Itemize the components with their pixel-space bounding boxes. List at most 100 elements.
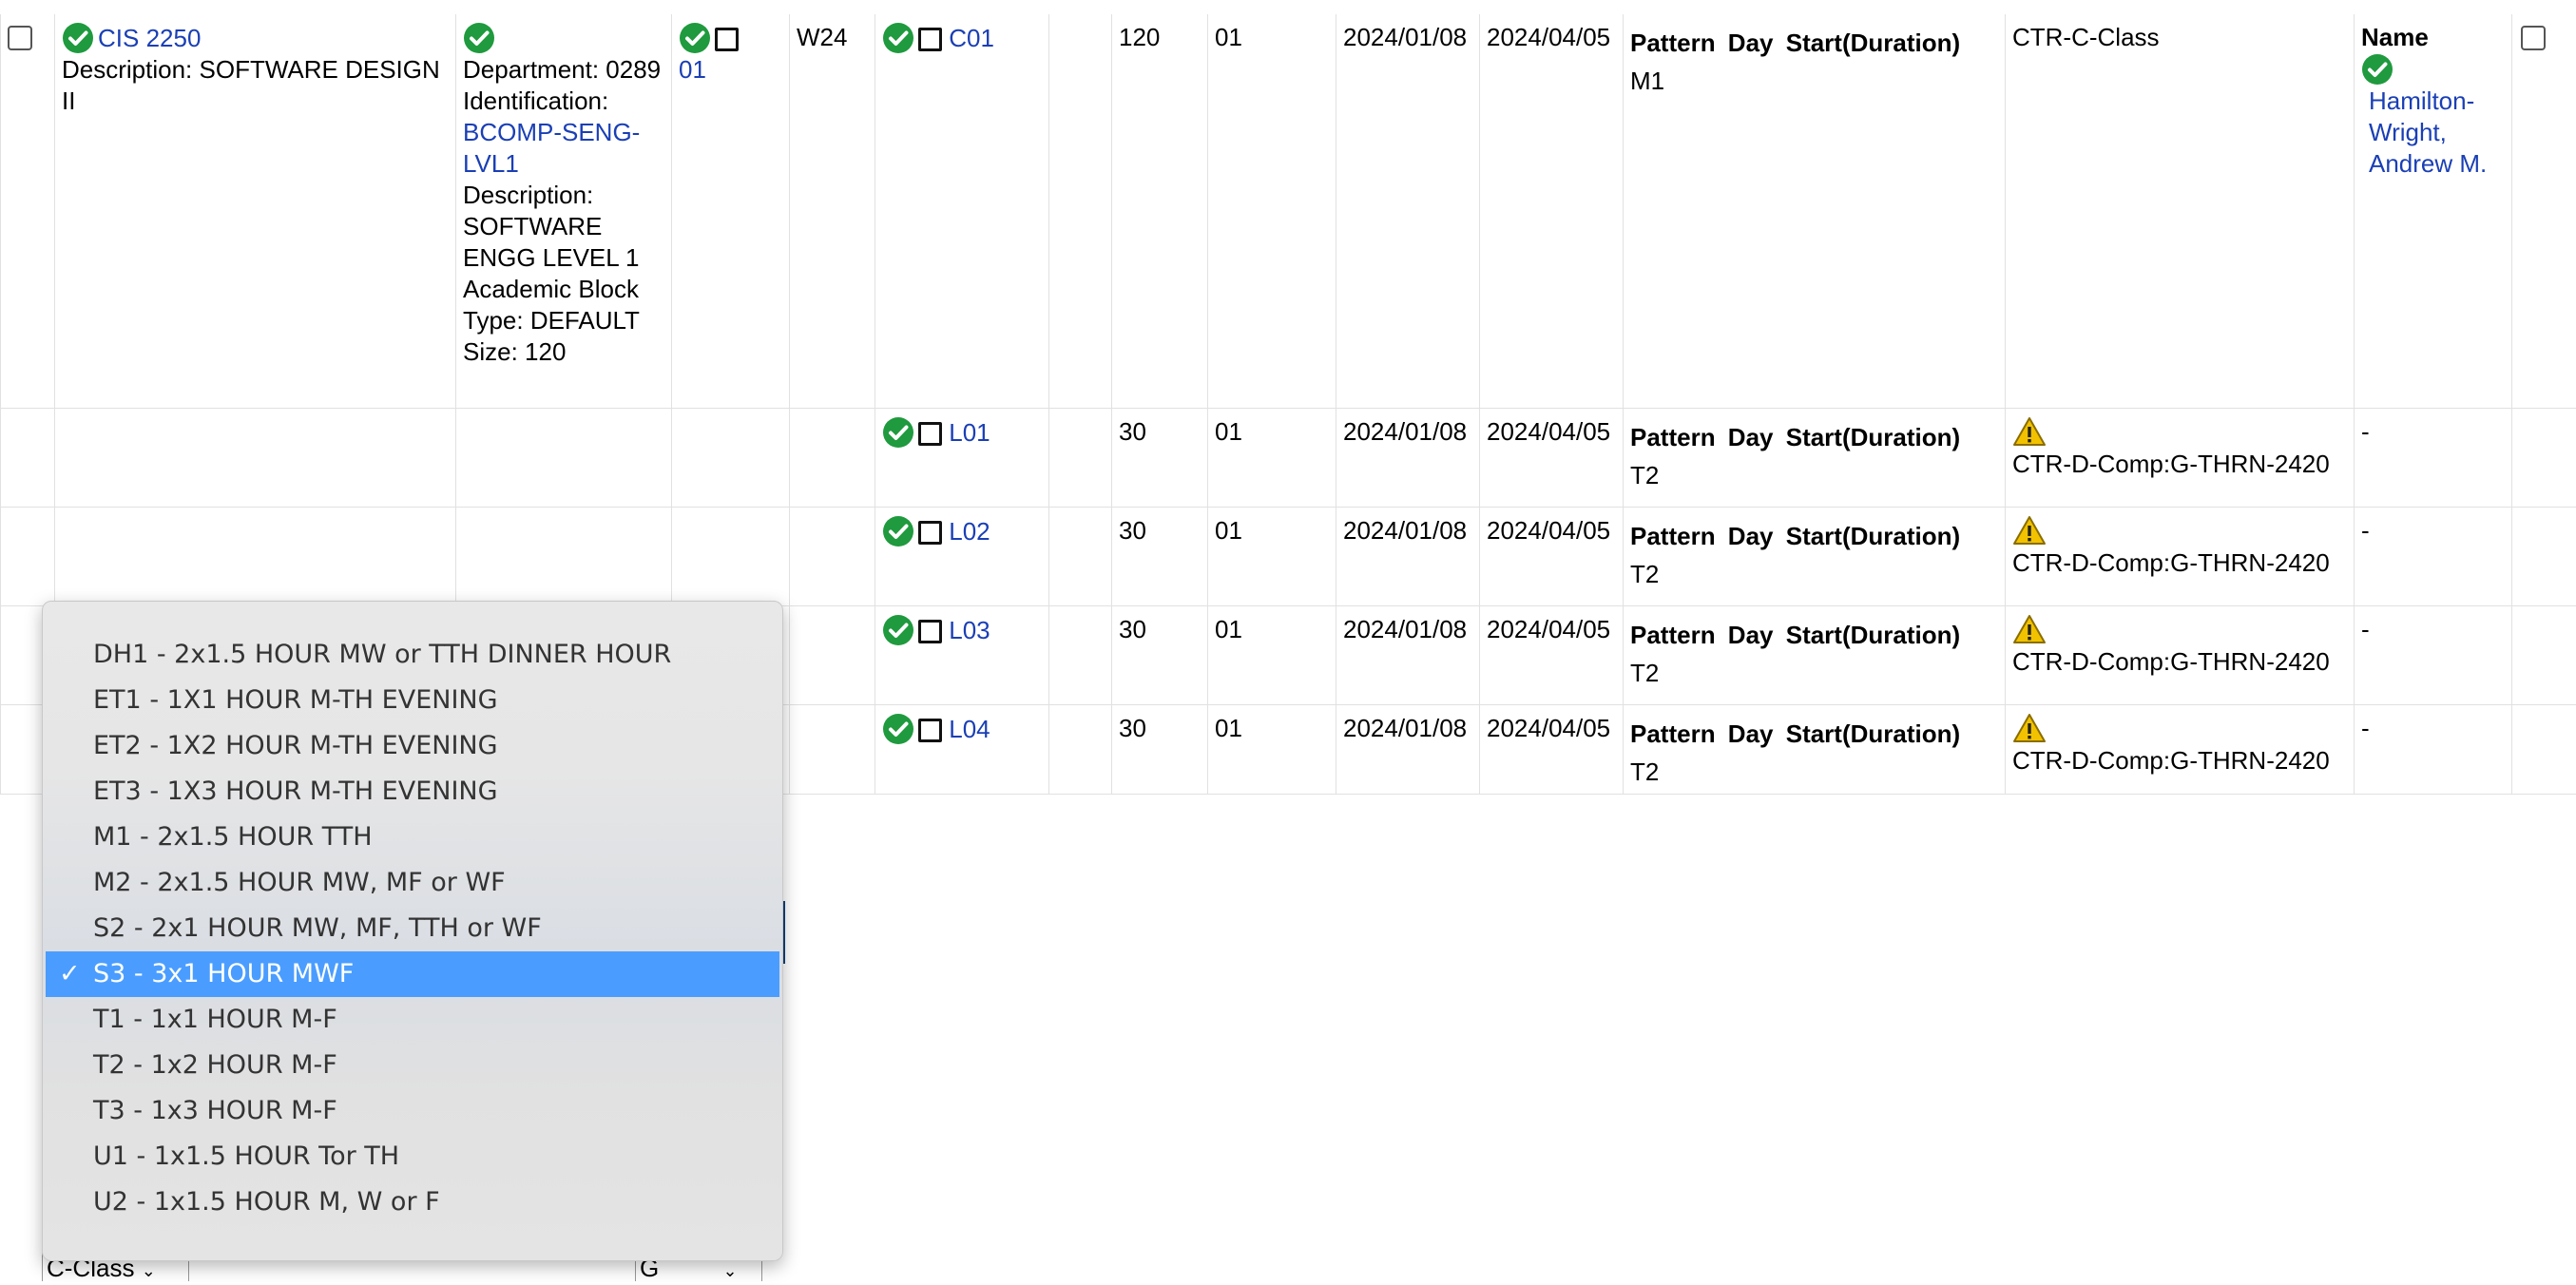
table-row: L02 30 01 2024/01/08 2024/04/05 Pattern … [1, 508, 2576, 606]
pattern-option[interactable]: ET1 - 1X1 HOUR M-TH EVENING [46, 678, 779, 723]
room-value: CTR-D-Comp:G-THRN-2420 [2012, 746, 2330, 775]
pattern-header: Pattern Day Start(Duration) [1630, 620, 1998, 651]
pattern-option-label: M1 - 2x1.5 HOUR TTH [93, 822, 373, 852]
room-value: CTR-D-Comp:G-THRN-2420 [2012, 548, 2330, 577]
department: Department: 0289 [463, 55, 661, 84]
pattern-option[interactable]: T3 - 1x3 HOUR M-F [46, 1088, 779, 1134]
pattern-option[interactable]: M1 - 2x1.5 HOUR TTH [46, 815, 779, 860]
section-code-link[interactable]: L04 [949, 715, 990, 743]
instructor-cell: Name Hamilton-Wright, Andrew M. [2355, 14, 2512, 409]
row-checkbox[interactable] [8, 26, 32, 50]
sequence-cell: 01 [1208, 705, 1336, 795]
capacity-cell: 30 [1112, 606, 1208, 705]
pattern-option-label: S3 - 3x1 HOUR MWF [93, 959, 354, 988]
pattern-option[interactable]: T1 - 1x1 HOUR M-F [46, 997, 779, 1043]
room-cell: CTR-D-Comp:G-THRN-2420 [2006, 705, 2355, 795]
pattern-cell: Pattern Day Start(Duration) T2 [1624, 606, 2006, 705]
empty-cell [1049, 14, 1112, 409]
pattern-option[interactable]: U1 - 1x1.5 HOUR Tor TH [46, 1134, 779, 1180]
course-schedule-page: { "course": { "code": "CIS 2250", "descr… [0, 0, 2576, 1274]
check-circle-icon [882, 614, 914, 646]
check-circle-icon [2361, 53, 2393, 86]
warning-icon [2012, 614, 2047, 644]
pattern-option[interactable]: U2 - 1x1.5 HOUR M, W or F [46, 1180, 779, 1225]
room-value: CTR-D-Comp:G-THRN-2420 [2012, 450, 2330, 478]
section-checkbox[interactable] [918, 28, 942, 51]
pattern-value: T2 [1630, 460, 1998, 491]
instructor-cell: - [2355, 705, 2512, 795]
instructor-link[interactable]: Hamilton-Wright, Andrew M. [2361, 86, 2502, 180]
course-description: Description: SOFTWARE DESIGN II [62, 55, 440, 115]
pattern-option-label: T3 - 1x3 HOUR M-F [93, 1096, 337, 1125]
section-ref-link[interactable]: 01 [679, 55, 706, 84]
capacity-cell: 120 [1112, 14, 1208, 409]
sequence-cell: 01 [1208, 508, 1336, 606]
pattern-option-label: ET3 - 1X3 HOUR M-TH EVENING [93, 777, 498, 806]
pattern-dropdown-menu[interactable]: DH1 - 2x1.5 HOUR MW or TTH DINNER HOUR ET… [42, 601, 783, 1261]
instructor-cell: - [2355, 606, 2512, 705]
pattern-option-label: U1 - 1x1.5 HOUR Tor TH [93, 1141, 399, 1171]
section-checkbox[interactable] [918, 521, 942, 545]
pattern-option-label: DH1 - 2x1.5 HOUR MW or TTH DINNER HOUR [93, 640, 671, 669]
identification-link[interactable]: BCOMP-SENG-LVL1 [463, 118, 640, 178]
section-ref-cell: 01 [672, 14, 790, 409]
pattern-option-label: M2 - 2x1.5 HOUR MW, MF or WF [93, 868, 506, 897]
section-code-link[interactable]: L03 [949, 616, 990, 644]
end-date-cell: 2024/04/05 [1480, 14, 1624, 409]
start-date-cell: 2024/01/08 [1336, 409, 1480, 508]
sequence-cell: 01 [1208, 409, 1336, 508]
block-description: Description: SOFTWARE ENGG LEVEL 1 [463, 181, 639, 272]
block-size: Size: 120 [463, 337, 566, 366]
checkmark-icon: ✓ [59, 951, 87, 997]
identification-label: Identification: [463, 86, 608, 115]
pattern-option[interactable]: S2 - 2x1 HOUR MW, MF, TTH or WF [46, 906, 779, 951]
section-cell: L04 [875, 705, 1049, 795]
section-code-link[interactable]: L01 [949, 418, 990, 447]
start-date-cell: 2024/01/08 [1336, 606, 1480, 705]
section-checkbox[interactable] [918, 719, 942, 742]
course-code-link[interactable]: CIS 2250 [98, 24, 201, 52]
instructor-header: Name [2361, 22, 2505, 53]
check-circle-icon [463, 22, 495, 54]
course-cell: CIS 2250 Description: SOFTWARE DESIGN II [55, 14, 456, 409]
pattern-option[interactable]: DH1 - 2x1.5 HOUR MW or TTH DINNER HOUR [46, 632, 779, 678]
pattern-option[interactable]: M2 - 2x1.5 HOUR MW, MF or WF [46, 860, 779, 906]
section-checkbox[interactable] [918, 620, 942, 643]
instructor-cell: - [2355, 508, 2512, 606]
capacity-cell: 30 [1112, 705, 1208, 795]
pattern-option-label: S2 - 2x1 HOUR MW, MF, TTH or WF [93, 913, 542, 943]
pattern-option[interactable]: ET2 - 1X2 HOUR M-TH EVENING [46, 723, 779, 769]
room-cell: CTR-D-Comp:G-THRN-2420 [2006, 409, 2355, 508]
start-date-cell: 2024/01/08 [1336, 508, 1480, 606]
start-date-cell: 2024/01/08 [1336, 705, 1480, 795]
section-checkbox[interactable] [918, 422, 942, 446]
check-circle-icon [62, 22, 94, 54]
sequence-cell: 01 [1208, 14, 1336, 409]
start-date-cell: 2024/01/08 [1336, 14, 1480, 409]
pattern-option[interactable]: ✓S3 - 3x1 HOUR MWF [46, 951, 779, 997]
block-type: Academic Block Type: DEFAULT [463, 275, 640, 335]
section-checkbox[interactable] [715, 28, 739, 51]
pattern-option-label: T1 - 1x1 HOUR M-F [93, 1005, 337, 1034]
section-cell: L01 [875, 409, 1049, 508]
room-cell: CTR-D-Comp:G-THRN-2420 [2006, 606, 2355, 705]
capacity-cell: 30 [1112, 508, 1208, 606]
row-select-cell [1, 14, 55, 409]
check-circle-icon [882, 713, 914, 745]
pattern-value: T2 [1630, 559, 1998, 590]
instructor-cell: - [2355, 409, 2512, 508]
row-checkbox[interactable] [2521, 26, 2546, 50]
pattern-header: Pattern Day Start(Duration) [1630, 422, 1998, 453]
pattern-option[interactable]: T2 - 1x2 HOUR M-F [46, 1043, 779, 1088]
pattern-option[interactable]: ET3 - 1X3 HOUR M-TH EVENING [46, 769, 779, 815]
section-code-link[interactable]: L02 [949, 517, 990, 546]
chevron-down-icon: ⌄ [722, 1261, 737, 1280]
check-circle-icon [882, 22, 914, 54]
section-code-link[interactable]: C01 [949, 24, 994, 52]
block-cell: Department: 0289 Identification: BCOMP-S… [456, 14, 672, 409]
capacity-cell: 30 [1112, 409, 1208, 508]
warning-icon [2012, 713, 2047, 743]
check-circle-icon [679, 22, 711, 54]
pattern-value: M1 [1630, 66, 1998, 97]
room-value: CTR-D-Comp:G-THRN-2420 [2012, 647, 2330, 676]
